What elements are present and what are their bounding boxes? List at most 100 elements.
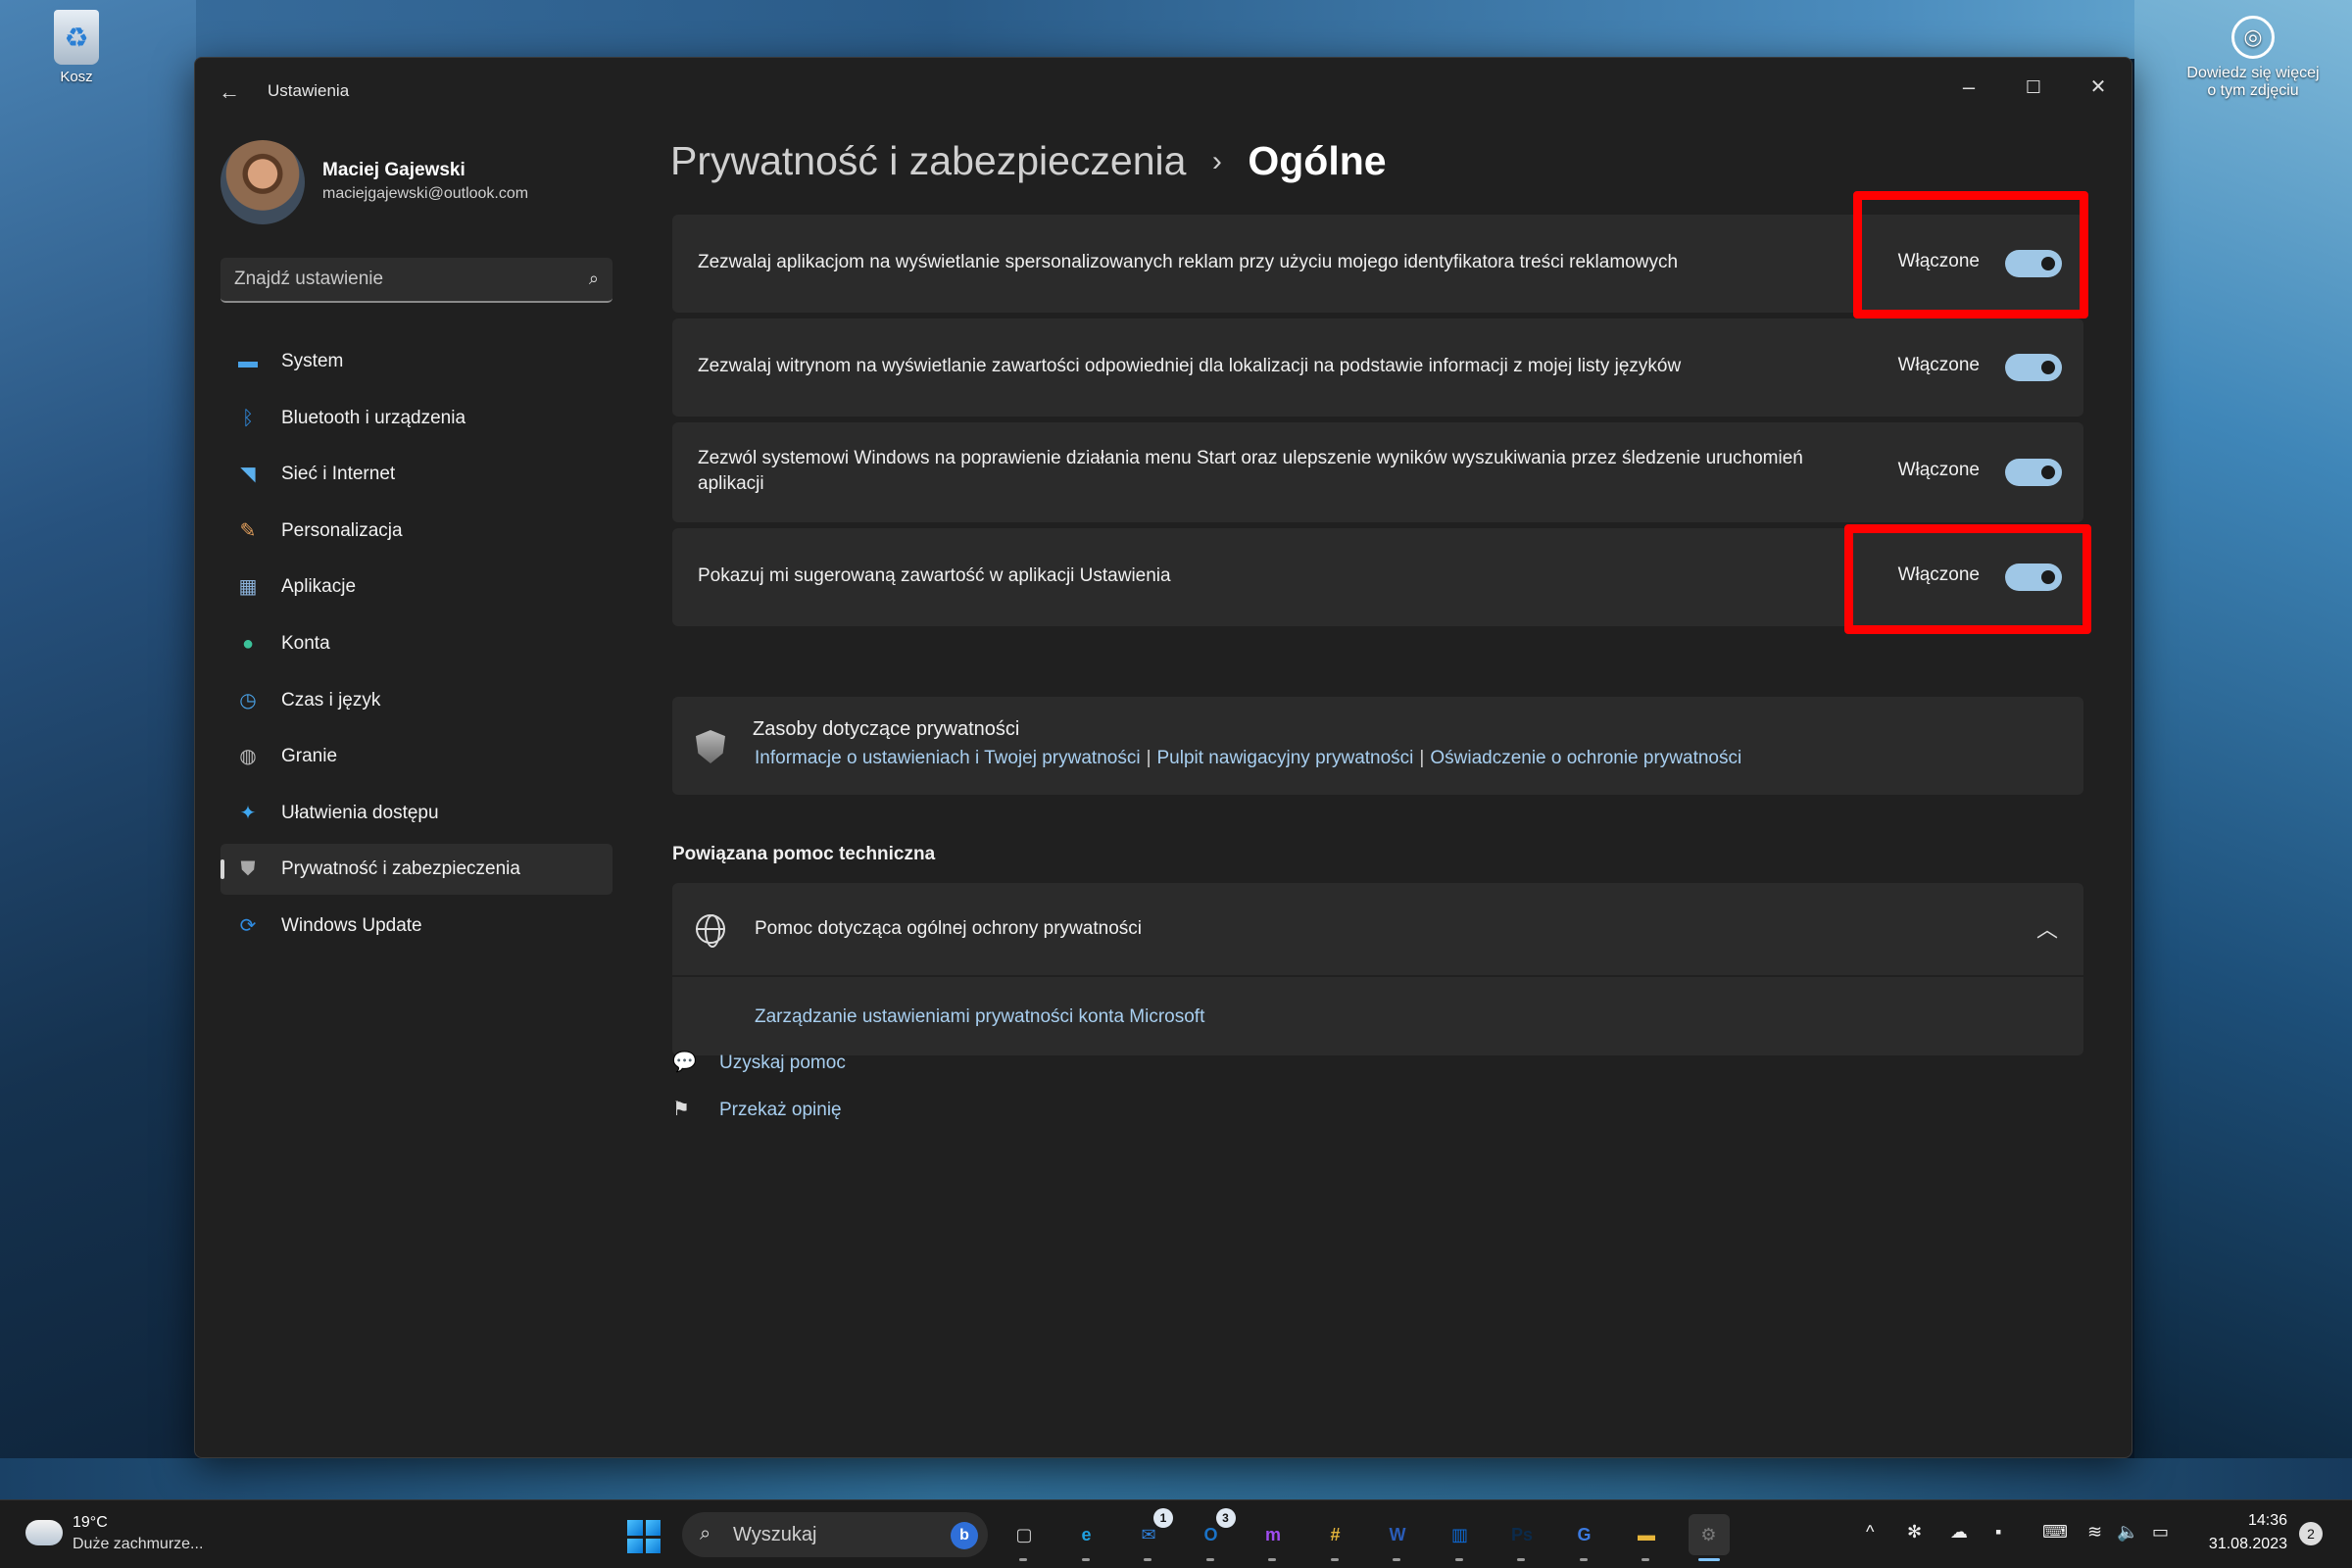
task-view-taskbar-button[interactable]: ▢ — [1004, 1514, 1045, 1561]
sidebar-item-label: Bluetooth i urządzenia — [281, 407, 466, 428]
chevron-up-icon[interactable]: ︿ — [2036, 912, 2058, 944]
sidebar-item[interactable]: ⟳ Windows Update — [220, 901, 612, 952]
settings-search-input[interactable] — [234, 258, 567, 301]
link-privacy-settings-info[interactable]: Informacje o ustawieniach i Twojej prywa… — [755, 748, 1141, 768]
outlook-icon: O — [1203, 1525, 1218, 1544]
toggle-switch[interactable] — [2005, 564, 2062, 591]
person-icon: ● — [241, 632, 255, 655]
link-manage-microsoft-account-privacy[interactable]: Zarządzanie ustawieniami prywatności kon… — [755, 1006, 1204, 1028]
taskbar: 19°C Duże zachmurze... ⌕ b ▢ e ✉1 O3 m # W ▥ Ps G… — [0, 1499, 2352, 1568]
sidebar-item[interactable]: ◷ Czas i język — [220, 675, 612, 726]
sidebar-item[interactable]: ᛒ Bluetooth i urządzenia — [220, 393, 612, 444]
toggle-switch[interactable] — [2005, 459, 2062, 486]
trello-icon: ▥ — [1450, 1525, 1468, 1544]
outlook-taskbar-button[interactable]: O3 — [1191, 1508, 1236, 1561]
start-button[interactable] — [627, 1520, 661, 1553]
sidebar-item[interactable]: ✎ Personalizacja — [220, 506, 612, 557]
running-indicator — [1697, 1558, 1720, 1561]
defender-icon[interactable]: ▪ — [1995, 1522, 2001, 1543]
search-icon: ⌕ — [700, 1523, 711, 1544]
wifi-icon[interactable]: ≋ — [2087, 1522, 2102, 1543]
close-button[interactable]: ✕ — [2067, 68, 2130, 107]
sidebar-item-label: Sieć i Internet — [281, 464, 396, 485]
help-chat-icon: 💬 — [672, 1052, 697, 1073]
mail-icon: ✉ — [1141, 1525, 1156, 1544]
word-taskbar-button[interactable]: W — [1377, 1514, 1418, 1561]
trello-taskbar-button[interactable]: ▥ — [1440, 1514, 1481, 1561]
clock-time: 14:36 — [2247, 1512, 2287, 1529]
running-indicator — [1144, 1558, 1152, 1561]
minimize-button[interactable]: – — [1937, 68, 2000, 107]
sidebar-item-label: Aplikacje — [281, 576, 357, 598]
running-indicator — [1393, 1558, 1400, 1561]
tray-overflow-chevron-icon[interactable]: ^ — [1866, 1522, 1874, 1543]
privacy-help-expander[interactable]: Pomoc dotycząca ogólnej ochrony prywatno… — [672, 883, 2083, 975]
get-help-link[interactable]: 💬 Uzyskaj pomoc — [672, 1050, 846, 1074]
explorer-icon: ▬ — [1638, 1525, 1655, 1544]
sidebar-item[interactable]: ◍ Granie — [220, 731, 612, 782]
back-arrow-icon[interactable]: ← — [215, 77, 244, 107]
running-indicator — [1019, 1558, 1027, 1561]
link-privacy-statement[interactable]: Oświadczenie o ochronie prywatności — [1430, 748, 1741, 768]
slack-tray-icon[interactable]: ✻ — [1907, 1522, 1922, 1543]
sidebar-item-label: Czas i język — [281, 689, 381, 710]
user-name: Maciej Gajewski — [322, 160, 466, 180]
brush-icon: ✎ — [239, 519, 257, 542]
wallpaper — [0, 0, 196, 1499]
bing-icon[interactable]: b — [951, 1522, 978, 1549]
recycle-bin-shortcut[interactable]: Kosz — [47, 10, 106, 85]
messenger-taskbar-button[interactable]: m — [1252, 1514, 1294, 1561]
spotlight-info-shortcut[interactable]: ◎ Dowiedz się więcej o tym zdjęciu — [2170, 16, 2336, 100]
sidebar-item[interactable]: ▬ System — [220, 336, 612, 387]
translate-icon: G — [1577, 1525, 1592, 1544]
feedback-icon: ⚑ — [672, 1099, 690, 1120]
avatar — [220, 140, 305, 224]
volume-icon[interactable]: 🔈 — [2117, 1522, 2138, 1543]
clock-date: 31.08.2023 — [2208, 1536, 2287, 1552]
sidebar-item[interactable]: ● Konta — [220, 618, 612, 669]
breadcrumb-parent[interactable]: Prywatność i zabezpieczenia — [670, 138, 1186, 183]
onedrive-icon[interactable]: ☁ — [1950, 1522, 1968, 1543]
privacy-resources-card: Zasoby dotyczące prywatności Informacje … — [672, 697, 2083, 795]
photoshop-taskbar-button[interactable]: Ps — [1501, 1514, 1543, 1561]
sidebar-item[interactable]: ✦ Ułatwienia dostępu — [220, 788, 612, 839]
running-indicator — [1517, 1558, 1525, 1561]
slack-taskbar-button[interactable]: # — [1315, 1514, 1356, 1561]
explorer-taskbar-button[interactable]: ▬ — [1626, 1514, 1667, 1561]
mail-taskbar-button[interactable]: ✉ 1 — [1128, 1508, 1173, 1561]
spotlight-line-2: o tym zdjęciu — [2207, 82, 2299, 99]
battery-icon[interactable]: ▭ — [2152, 1522, 2169, 1543]
edge-icon: e — [1081, 1525, 1092, 1544]
taskbar-search-input[interactable] — [733, 1512, 929, 1557]
setting-row-app-launch-tracking: Zezwól systemowi Windows na poprawienie … — [672, 422, 2083, 522]
toggle-switch[interactable] — [2005, 250, 2062, 277]
toggle-state-label: Włączone — [1897, 460, 1980, 480]
search-icon[interactable]: ⌕ — [589, 269, 599, 289]
keyboard-icon[interactable]: ⌨ — [2042, 1522, 2068, 1543]
sidebar-item[interactable]: ⛊ Prywatność i zabezpieczenia — [220, 844, 612, 896]
setting-row-personalized-ads: Zezwalaj aplikacjom na wyświetlanie sper… — [672, 215, 2083, 313]
link-privacy-dashboard[interactable]: Pulpit nawigacyjny prywatności — [1157, 748, 1414, 768]
translate-taskbar-button[interactable]: G — [1564, 1514, 1605, 1561]
slack-icon: # — [1330, 1525, 1341, 1544]
toggle-switch[interactable] — [2005, 354, 2062, 381]
notification-badge[interactable]: 2 — [2299, 1522, 2323, 1545]
recycle-bin-label: Kosz — [60, 69, 93, 85]
sidebar-item-label: Personalizacja — [281, 519, 403, 541]
title-bar: ← Ustawienia – ☐ ✕ — [195, 58, 2132, 124]
sidebar-item[interactable]: ◥ Sieć i Internet — [220, 449, 612, 500]
weather-description: Duże zachmurze... — [73, 1536, 204, 1552]
settings-taskbar-button[interactable]: ⚙ — [1688, 1514, 1730, 1561]
shield-icon — [696, 730, 725, 763]
page-title: Ogólne — [1248, 138, 1387, 183]
edge-taskbar-button[interactable]: e — [1066, 1514, 1107, 1561]
sidebar-item[interactable]: ▦ Aplikacje — [220, 562, 612, 612]
accessibility-icon: ✦ — [239, 802, 257, 824]
update-icon: ⟳ — [239, 914, 257, 937]
setting-row-language-list: Zezwalaj witrynom na wyświetlanie zawart… — [672, 318, 2083, 416]
windows-logo-pane — [627, 1538, 643, 1553]
maximize-button[interactable]: ☐ — [2002, 68, 2065, 107]
globe-icon — [696, 914, 725, 948]
feedback-link[interactable]: ⚑ Przekaż opinię — [672, 1097, 842, 1121]
wifi-icon: ◥ — [240, 464, 256, 486]
